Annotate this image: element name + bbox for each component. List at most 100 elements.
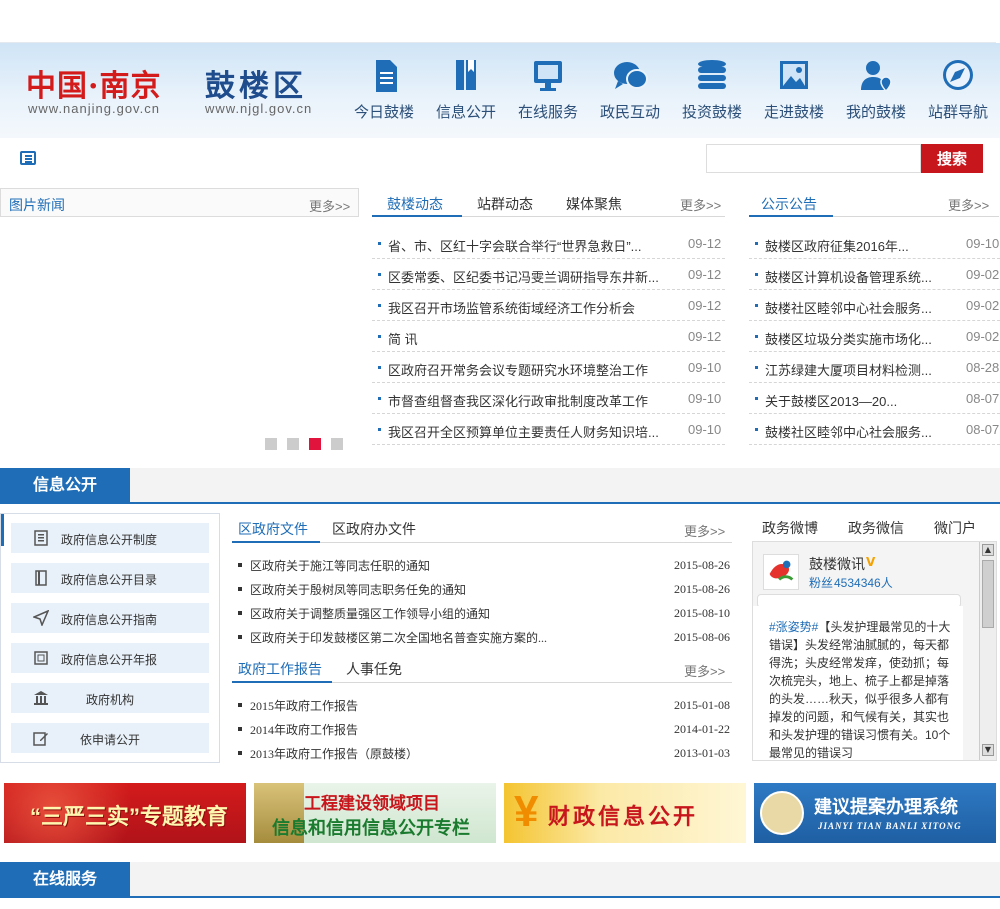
tab-district-gov-docs[interactable]: 区政府文件 [238, 519, 308, 539]
item-title[interactable]: 我区召开市场监管系统街域经济工作分析会 [388, 298, 668, 317]
banner-finance-info[interactable]: ¥ 财政信息公开 [504, 783, 746, 843]
sidebar-item-gov-agencies[interactable]: 政府机构 [11, 683, 209, 713]
weibo-scrollbar[interactable]: ▲ ▼ [979, 542, 996, 760]
menu-list-icon[interactable] [20, 151, 36, 165]
item-title[interactable]: 鼓楼区计算机设备管理系统... [765, 267, 961, 286]
news-item[interactable]: 简 讯 09-12 [372, 321, 725, 352]
item-title[interactable]: 2015年政府工作报告 [250, 697, 358, 714]
scroll-thumb[interactable] [982, 560, 994, 628]
notice-item[interactable]: 鼓楼区计算机设备管理系统... 09-02 [749, 259, 1000, 290]
logo-gulou[interactable]: 鼓楼区 [205, 61, 307, 105]
doc-item[interactable]: 区政府关于殷树凤等同志职务任免的通知 2015-08-26 [238, 578, 730, 600]
logo-nanjing[interactable]: 中国·南京 [26, 61, 161, 105]
item-title[interactable]: 区委常委、区纪委书记冯雯兰调研指导东井新... [388, 267, 668, 286]
news-item[interactable]: 我区召开市场监管系统街域经济工作分析会 09-12 [372, 290, 725, 321]
item-title[interactable]: 江苏绿建大厦项目材料检测... [765, 360, 961, 379]
item-title[interactable]: 关于鼓楼区2013—20... [765, 391, 961, 410]
item-title[interactable]: 我区召开全区预算单位主要责任人财务知识培... [388, 422, 668, 441]
nav-item-today-gulou[interactable]: 今日鼓楼 [344, 57, 424, 127]
tab-notices[interactable]: 公示公告 [761, 194, 817, 214]
weibo-avatar[interactable] [763, 554, 799, 590]
item-title[interactable]: 市督查组督查我区深化行政审批制度改革工作 [388, 391, 668, 410]
slide-dot-active[interactable] [309, 438, 321, 450]
item-title[interactable]: 省、市、区红十字会联合举行“世界急救日”... [388, 236, 668, 255]
slide-dot[interactable] [331, 438, 343, 450]
item-title[interactable]: 区政府关于施江等同志任职的通知 [250, 557, 430, 574]
docs-more-link[interactable]: 更多>> [684, 521, 725, 540]
slide-dot[interactable] [265, 438, 277, 450]
item-title[interactable]: 2014年政府工作报告 [250, 721, 358, 738]
reports-more-link[interactable]: 更多>> [684, 661, 725, 680]
notice-item[interactable]: 江苏绿建大厦项目材料检测... 08-28 [749, 352, 1000, 383]
item-title[interactable]: 区政府关于调整质量强区工作领导小组的通知 [250, 605, 490, 622]
weibo-post[interactable]: #涨姿势#【头发护理最常见的十大错误】头发经常油腻腻的，每天都得洗；头皮经常发痒… [769, 618, 955, 760]
doc-item[interactable]: 区政府关于调整质量强区工作领导小组的通知 2015-08-10 [238, 602, 730, 624]
weibo-post-tag[interactable]: #涨姿势# [769, 620, 818, 634]
tab-gov-work-report[interactable]: 政府工作报告 [238, 659, 322, 679]
scroll-up-icon[interactable]: ▲ [982, 544, 994, 556]
info-open-section-title[interactable]: 信息公开 [0, 468, 130, 504]
item-title[interactable]: 简 讯 [388, 329, 668, 348]
tab-site-group-news[interactable]: 站群动态 [477, 194, 533, 214]
slide-dot[interactable] [287, 438, 299, 450]
notice-item[interactable]: 鼓楼社区睦邻中心社会服务... 09-02 [749, 290, 1000, 321]
item-title[interactable]: 鼓楼社区睦邻中心社会服务... [765, 298, 961, 317]
nav-item-invest[interactable]: 投资鼓楼 [672, 57, 752, 127]
tab-gov-wechat[interactable]: 政务微信 [848, 518, 904, 538]
item-title[interactable]: 2013年政府工作报告（原鼓楼） [250, 745, 418, 762]
weibo-account-name[interactable]: 鼓楼微讯 [809, 554, 865, 574]
news-item[interactable]: 省、市、区红十字会联合举行“世界急救日”... 09-12 [372, 228, 725, 259]
item-title[interactable]: 区政府召开常务会议专题研究水环境整治工作 [388, 360, 668, 379]
item-title[interactable]: 鼓楼社区睦邻中心社会服务... [765, 422, 961, 441]
tab-micro-portal[interactable]: 微门户 [934, 518, 976, 538]
sidebar-item-disclosure-system[interactable]: 政府信息公开制度 [11, 523, 209, 553]
banner-construction-projects[interactable]: 工程建设领域项目 信息和信用信息公开专栏 [254, 783, 496, 843]
top-blank-area [0, 0, 996, 43]
sidebar-item-annual-report[interactable]: 政府信息公开年报 [11, 643, 209, 673]
notice-item[interactable]: 鼓楼区政府征集2016年... 09-10 [749, 228, 1000, 259]
sidebar-item-disclosure-catalog[interactable]: 政府信息公开目录 [11, 563, 209, 593]
sidebar-item-apply-disclosure[interactable]: 依申请公开 [11, 723, 209, 753]
search-button[interactable]: 搜索 [921, 144, 983, 173]
item-title[interactable]: 鼓楼区垃圾分类实施市场化... [765, 329, 961, 348]
scroll-down-icon[interactable]: ▼ [982, 744, 994, 756]
report-item[interactable]: 2015年政府工作报告 2015-01-08 [238, 694, 730, 716]
nav-item-site-nav[interactable]: 站群导航 [918, 57, 998, 127]
tab-gov-weibo[interactable]: 政务微博 [762, 518, 818, 538]
tab-personnel[interactable]: 人事任免 [346, 659, 402, 679]
tab-district-office-docs[interactable]: 区政府办文件 [332, 519, 416, 539]
online-service-section-title[interactable]: 在线服务 [0, 862, 130, 898]
notice-item[interactable]: 关于鼓楼区2013—20... 08-07 [749, 383, 1000, 414]
banner-three-stricts[interactable]: “三严三实”专题教育 [4, 783, 246, 843]
tab-media-focus[interactable]: 媒体聚焦 [566, 194, 622, 214]
tab-gulou-news[interactable]: 鼓楼动态 [387, 194, 443, 214]
notice-item[interactable]: 鼓楼区垃圾分类实施市场化... 09-02 [749, 321, 1000, 352]
news-item[interactable]: 区委常委、区纪委书记冯雯兰调研指导东井新... 09-12 [372, 259, 725, 290]
nav-item-info-open[interactable]: 信息公开 [426, 57, 506, 127]
notice-more-link[interactable]: 更多>> [948, 195, 989, 214]
search-input[interactable] [706, 144, 921, 173]
item-date: 2015-08-06 [674, 630, 730, 644]
news-item[interactable]: 我区召开全区预算单位主要责任人财务知识培... 09-10 [372, 414, 725, 445]
report-item[interactable]: 2013年政府工作报告（原鼓楼） 2013-01-03 [238, 742, 730, 764]
sidebar-item-disclosure-guide[interactable]: 政府信息公开指南 [11, 603, 209, 633]
item-title[interactable]: 区政府关于殷树凤等同志职务任免的通知 [250, 581, 466, 598]
notice-item[interactable]: 鼓楼社区睦邻中心社会服务... 08-07 [749, 414, 1000, 445]
item-title[interactable]: 区政府关于印发鼓楼区第二次全国地名普查实施方案的... [250, 629, 547, 646]
book-icon [456, 60, 476, 90]
doc-item[interactable]: 区政府关于施江等同志任职的通知 2015-08-26 [238, 554, 730, 576]
nav-item-my-gulou[interactable]: 我的鼓楼 [836, 57, 916, 127]
news-more-link[interactable]: 更多>> [680, 195, 721, 214]
nav-item-online-service[interactable]: 在线服务 [508, 57, 588, 127]
report-item[interactable]: 2014年政府工作报告 2014-01-22 [238, 718, 730, 740]
news-item[interactable]: 市督查组督查我区深化行政审批制度改革工作 09-10 [372, 383, 725, 414]
photo-news-slideshow[interactable] [0, 218, 359, 458]
doc-item[interactable]: 区政府关于印发鼓楼区第二次全国地名普查实施方案的... 2015-08-06 [238, 626, 730, 648]
banner-proposal-system[interactable]: 建议提案办理系统 JIANYI TIAN BANLI XITONG [754, 783, 996, 843]
photo-news-more-link[interactable]: 更多>> [309, 196, 350, 215]
nav-item-visit-gulou[interactable]: 走进鼓楼 [754, 57, 834, 127]
nav-item-interaction[interactable]: 政民互动 [590, 57, 670, 127]
item-title[interactable]: 鼓楼区政府征集2016年... [765, 236, 961, 255]
proposal-emblem-icon [760, 791, 804, 835]
news-item[interactable]: 区政府召开常务会议专题研究水环境整治工作 09-10 [372, 352, 725, 383]
